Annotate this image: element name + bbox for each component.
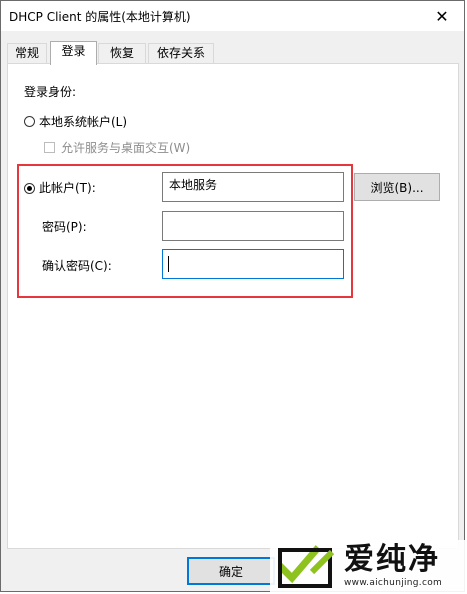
tab-dependencies-label: 依存关系 xyxy=(156,46,205,60)
watermark-url: www.aichunjing.com xyxy=(344,578,443,588)
watermark-logo-icon xyxy=(278,545,335,588)
close-icon: ✕ xyxy=(435,6,449,26)
window-title: DHCP Client 的属性(本地计算机) xyxy=(9,10,191,24)
close-button[interactable]: ✕ xyxy=(420,1,464,31)
annotation-highlight-box xyxy=(17,164,353,298)
site-watermark: 爱纯净 www.aichunjing.com xyxy=(270,540,467,594)
tab-dependencies[interactable]: 依存关系 xyxy=(148,43,214,63)
watermark-title: 爱纯净 xyxy=(344,542,440,577)
browse-button[interactable]: 浏览(B)... xyxy=(354,173,440,201)
browse-button-label: 浏览(B)... xyxy=(370,180,424,195)
tab-general-label: 常规 xyxy=(14,46,39,60)
logon-tab-panel: 登录身份: 本地系统帐户(L) 允许服务与桌面交互(W) 此帐户(T): 本地服… xyxy=(7,63,459,549)
interact-desktop-label[interactable]: 允许服务与桌面交互(W) xyxy=(61,139,190,156)
tab-logon[interactable]: 登录 xyxy=(50,41,97,65)
local-system-radio[interactable] xyxy=(24,116,35,127)
title-bar: DHCP Client 的属性(本地计算机) ✕ xyxy=(1,1,464,31)
tab-recovery-label: 恢复 xyxy=(109,46,134,60)
properties-dialog: DHCP Client 的属性(本地计算机) ✕ 常规 登录 恢复 依存关系 登… xyxy=(0,0,465,592)
tab-logon-label: 登录 xyxy=(61,44,86,58)
local-system-label[interactable]: 本地系统帐户(L) xyxy=(39,113,127,130)
interact-desktop-checkbox[interactable] xyxy=(44,142,55,153)
ok-button-label: 确定 xyxy=(218,564,243,579)
logon-as-label: 登录身份: xyxy=(24,85,77,99)
tab-general[interactable]: 常规 xyxy=(7,43,47,63)
tab-recovery[interactable]: 恢复 xyxy=(98,43,146,63)
ok-button[interactable]: 确定 xyxy=(187,557,275,585)
